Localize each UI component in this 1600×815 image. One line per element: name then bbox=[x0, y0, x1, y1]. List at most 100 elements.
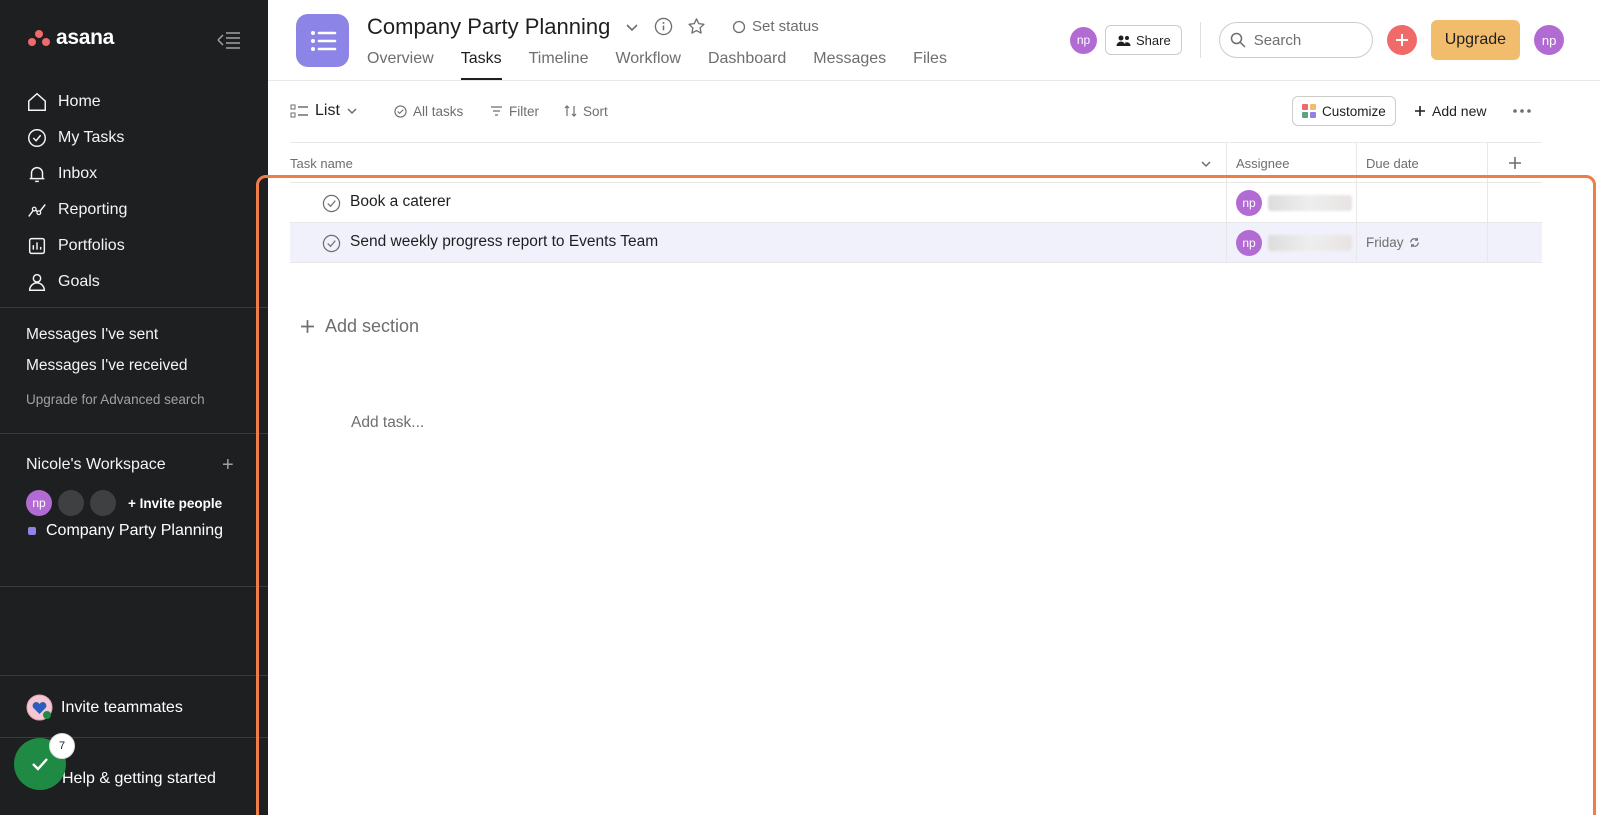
due-date-cell[interactable]: Friday bbox=[1366, 235, 1421, 250]
tab-overview[interactable]: Overview bbox=[367, 50, 434, 80]
sidebar-divider bbox=[0, 675, 268, 676]
more-options-icon[interactable] bbox=[1512, 92, 1532, 130]
tab-tasks[interactable]: Tasks bbox=[460, 50, 502, 80]
project-list-icon[interactable] bbox=[296, 14, 349, 67]
add-section-button[interactable]: Add section bbox=[300, 316, 419, 337]
project-header: Company Party Planning Set status Overvi… bbox=[268, 0, 1600, 81]
complete-task-icon[interactable] bbox=[322, 194, 341, 213]
sidebar-item-home[interactable]: Home bbox=[26, 84, 127, 120]
reporting-icon bbox=[28, 204, 46, 217]
invite-people-button[interactable]: + Invite people bbox=[128, 496, 222, 511]
customize-button[interactable]: Customize bbox=[1292, 96, 1396, 126]
tab-workflow[interactable]: Workflow bbox=[615, 50, 681, 80]
task-table: Task name Assignee Due date Book a cater… bbox=[290, 142, 1542, 431]
view-label: List bbox=[315, 102, 340, 119]
invite-teammates-button[interactable]: Invite teammates bbox=[26, 694, 183, 721]
messages-sent-link[interactable]: Messages I've sent bbox=[26, 324, 205, 355]
sidebar-project-item[interactable]: Company Party Planning bbox=[28, 522, 223, 540]
column-task-name[interactable]: Task name bbox=[290, 143, 353, 183]
add-project-icon[interactable]: + bbox=[222, 454, 234, 477]
all-tasks-button[interactable]: All tasks bbox=[394, 92, 463, 130]
sidebar-item-goals[interactable]: Goals bbox=[26, 264, 127, 300]
chevron-down-icon bbox=[347, 108, 357, 115]
view-toolbar: List All tasks Filter Sort Customize Add… bbox=[290, 92, 1570, 130]
recurring-icon bbox=[1409, 237, 1419, 248]
plus-icon bbox=[1415, 106, 1425, 116]
chevron-down-icon[interactable] bbox=[624, 19, 640, 35]
filter-label: Filter bbox=[509, 103, 539, 119]
chevron-down-icon[interactable] bbox=[1200, 158, 1212, 170]
check-circle-icon bbox=[28, 129, 46, 147]
messages-received-link[interactable]: Messages I've received bbox=[26, 355, 205, 386]
tab-dashboard[interactable]: Dashboard bbox=[708, 50, 786, 80]
task-name[interactable]: Send weekly progress report to Events Te… bbox=[350, 233, 658, 251]
bell-icon bbox=[29, 166, 45, 183]
search-input[interactable]: Search bbox=[1218, 22, 1373, 58]
sidebar-item-my-tasks[interactable]: My Tasks bbox=[26, 120, 127, 156]
workspace-title[interactable]: Nicole's Workspace bbox=[26, 456, 166, 474]
task-name[interactable]: Book a caterer bbox=[350, 193, 451, 211]
tab-timeline[interactable]: Timeline bbox=[529, 50, 589, 80]
goals-icon bbox=[28, 273, 46, 291]
sort-button[interactable]: Sort bbox=[564, 92, 608, 130]
table-row[interactable]: Send weekly progress report to Events Te… bbox=[290, 223, 1542, 263]
table-header: Task name Assignee Due date bbox=[290, 142, 1542, 183]
avatar[interactable]: np bbox=[26, 490, 52, 516]
invite-teammates-label: Invite teammates bbox=[61, 698, 183, 716]
customize-label: Customize bbox=[1322, 103, 1386, 119]
user-avatar[interactable]: np bbox=[1534, 25, 1565, 55]
help-link[interactable]: Help & getting started bbox=[62, 770, 216, 788]
add-task-link[interactable]: Add task... bbox=[351, 414, 424, 432]
sidebar-item-inbox[interactable]: Inbox bbox=[26, 156, 127, 192]
invite-people-label: Invite people bbox=[139, 495, 223, 511]
list-view-icon bbox=[290, 104, 308, 118]
plus-icon bbox=[301, 320, 314, 333]
assignee-avatar: np bbox=[1236, 230, 1262, 256]
info-icon[interactable] bbox=[654, 17, 673, 36]
assignee-cell[interactable]: np bbox=[1236, 230, 1352, 256]
filter-icon bbox=[491, 106, 502, 116]
column-due-date[interactable]: Due date bbox=[1366, 143, 1419, 183]
sidebar-item-label: Goals bbox=[58, 273, 100, 290]
header-divider bbox=[1199, 22, 1201, 58]
sidebar-item-label: Portfolios bbox=[58, 237, 125, 254]
member-avatar[interactable]: np bbox=[1070, 26, 1097, 54]
complete-task-icon[interactable] bbox=[322, 234, 341, 253]
sidebar-nav: Home My Tasks Inbox Reporting Portfolios… bbox=[26, 84, 127, 300]
column-assignee[interactable]: Assignee bbox=[1236, 143, 1289, 183]
filter-button[interactable]: Filter bbox=[490, 92, 539, 130]
collapse-sidebar-icon[interactable] bbox=[212, 30, 242, 50]
check-circle-icon bbox=[394, 104, 407, 118]
asana-logo[interactable]: asana bbox=[28, 26, 114, 50]
view-switcher[interactable]: List bbox=[290, 92, 358, 130]
avatar-placeholder bbox=[90, 490, 116, 516]
search-placeholder: Search bbox=[1253, 31, 1302, 49]
project-tabs: Overview Tasks Timeline Workflow Dashboa… bbox=[367, 50, 947, 80]
title-actions bbox=[624, 17, 706, 36]
add-section-label: Add section bbox=[325, 316, 420, 336]
sidebar-item-reporting[interactable]: Reporting bbox=[26, 192, 127, 228]
sidebar-item-label: Reporting bbox=[58, 201, 128, 218]
customize-grid-icon bbox=[1302, 104, 1316, 118]
upgrade-button[interactable]: Upgrade bbox=[1430, 20, 1521, 60]
project-color-icon bbox=[28, 527, 36, 535]
quick-add-button[interactable] bbox=[1386, 25, 1417, 55]
set-status-label: Set status bbox=[752, 18, 819, 35]
add-new-button[interactable]: Add new bbox=[1414, 92, 1486, 130]
sidebar-item-label: Home bbox=[58, 93, 101, 110]
sidebar-item-portfolios[interactable]: Portfolios bbox=[26, 228, 127, 264]
assignee-cell[interactable]: np bbox=[1236, 190, 1352, 216]
set-status-button[interactable]: Set status bbox=[732, 18, 819, 35]
share-button[interactable]: Share bbox=[1105, 25, 1182, 55]
people-icon bbox=[1116, 35, 1131, 46]
invite-heart-icon bbox=[26, 694, 53, 721]
add-column-icon[interactable] bbox=[1508, 156, 1522, 170]
redacted-name bbox=[1268, 235, 1352, 251]
tab-files[interactable]: Files bbox=[913, 50, 947, 80]
tab-messages[interactable]: Messages bbox=[813, 50, 886, 80]
upgrade-search-link[interactable]: Upgrade for Advanced search bbox=[26, 392, 205, 407]
page-title[interactable]: Company Party Planning bbox=[367, 14, 610, 40]
table-row[interactable]: Book a caterer np bbox=[290, 183, 1542, 223]
star-icon[interactable] bbox=[687, 17, 706, 36]
sort-label: Sort bbox=[583, 103, 608, 119]
